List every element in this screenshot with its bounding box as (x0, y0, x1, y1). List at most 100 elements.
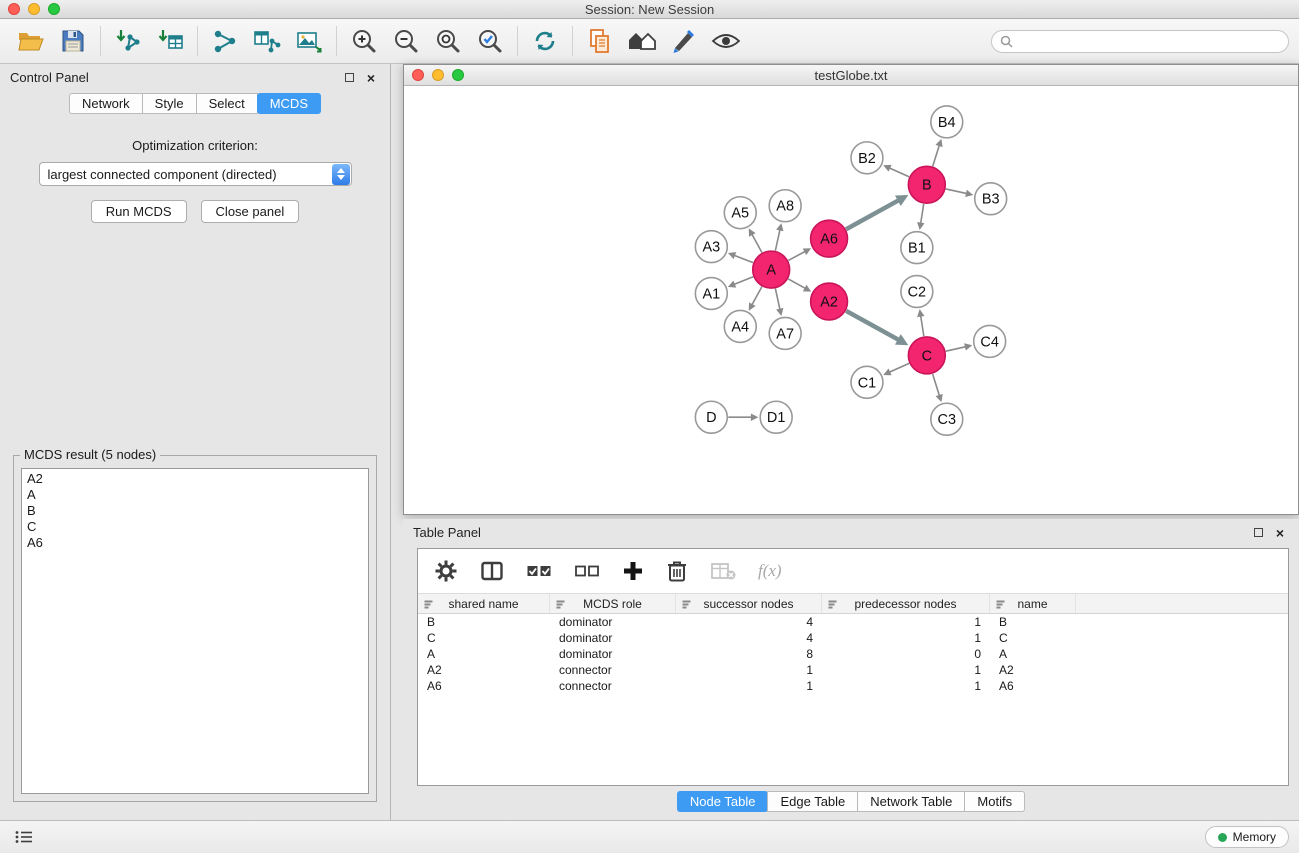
table-cell[interactable]: A2 (990, 663, 1076, 677)
export-image-icon[interactable] (294, 26, 324, 56)
control-panel-tab-style[interactable]: Style (142, 93, 197, 114)
network-node-C1[interactable]: C1 (851, 366, 883, 398)
mcds-result-item[interactable]: A2 (27, 471, 363, 487)
column-header-shared-name[interactable]: shared name (418, 594, 550, 613)
zoom-out-icon[interactable] (391, 26, 421, 56)
network-node-A1[interactable]: A1 (695, 278, 727, 310)
table-row[interactable]: Bdominator41B (418, 614, 1288, 630)
table-tab-motifs[interactable]: Motifs (964, 791, 1025, 812)
column-header-name[interactable]: name (990, 594, 1076, 613)
network-node-A6[interactable]: A6 (811, 220, 848, 257)
new-network-icon[interactable] (210, 26, 240, 56)
select-all-icon[interactable] (526, 561, 552, 581)
table-row[interactable]: A6connector11A6 (418, 678, 1288, 694)
mcds-result-item[interactable]: A6 (27, 535, 363, 551)
network-node-A4[interactable]: A4 (724, 310, 756, 342)
minimize-window-button[interactable] (28, 3, 40, 15)
table-cell[interactable]: C (418, 631, 550, 645)
network-edge-C-C1[interactable] (890, 363, 909, 372)
import-network-icon[interactable] (113, 26, 143, 56)
search-input[interactable] (1019, 34, 1280, 49)
network-edge-B-B1[interactable] (921, 204, 924, 223)
network-node-A7[interactable]: A7 (769, 317, 801, 349)
table-cell[interactable]: A (990, 647, 1076, 661)
table-cell[interactable]: 0 (822, 647, 990, 661)
table-cell[interactable]: A6 (418, 679, 550, 693)
table-cell[interactable]: A6 (990, 679, 1076, 693)
open-session-icon[interactable] (16, 26, 46, 56)
network-edge-A-A7[interactable] (775, 289, 779, 310)
table-row[interactable]: Adominator80A (418, 646, 1288, 662)
table-tab-edge-table[interactable]: Edge Table (767, 791, 858, 812)
column-header-successor-nodes[interactable]: successor nodes (676, 594, 822, 613)
table-cell[interactable]: C (990, 631, 1076, 645)
table-cell[interactable]: 1 (822, 663, 990, 677)
network-node-A[interactable]: A (753, 251, 790, 288)
network-node-B[interactable]: B (908, 166, 945, 203)
close-window-button[interactable] (8, 3, 20, 15)
memory-button[interactable]: Memory (1205, 826, 1289, 848)
network-node-B3[interactable]: B3 (975, 183, 1007, 215)
zoom-fit-icon[interactable] (433, 26, 463, 56)
import-table-icon[interactable] (155, 26, 185, 56)
deselect-all-icon[interactable] (574, 561, 600, 581)
table-cell[interactable]: B (990, 615, 1076, 629)
mcds-result-list[interactable]: A2ABCA6 (21, 468, 369, 794)
mcds-result-item[interactable]: B (27, 503, 363, 519)
table-close-button[interactable]: × (1271, 525, 1289, 541)
network-node-A3[interactable]: A3 (695, 231, 727, 263)
network-edge-B-B3[interactable] (946, 189, 967, 193)
network-node-B4[interactable]: B4 (931, 106, 963, 138)
table-cell[interactable]: 1 (822, 679, 990, 693)
table-row[interactable]: A2connector11A2 (418, 662, 1288, 678)
network-edge-A-A2[interactable] (788, 279, 805, 288)
table-tab-network-table[interactable]: Network Table (857, 791, 965, 812)
network-edge-A2-C[interactable] (846, 311, 898, 340)
network-edge-B-B2[interactable] (890, 168, 909, 177)
network-node-C[interactable]: C (908, 337, 945, 374)
table-tab-node-table[interactable]: Node Table (677, 791, 769, 812)
table-cell[interactable]: 8 (676, 647, 822, 661)
network-node-A5[interactable]: A5 (724, 197, 756, 229)
table-cell[interactable]: dominator (550, 631, 676, 645)
zoom-window-button[interactable] (48, 3, 60, 15)
table-cell[interactable]: A (418, 647, 550, 661)
table-settings-gear-icon[interactable] (434, 559, 458, 583)
add-column-icon[interactable] (622, 560, 644, 582)
optimization-criterion-dropdown[interactable]: largest connected component (directed) (39, 162, 352, 186)
table-cell[interactable]: A2 (418, 663, 550, 677)
network-canvas[interactable]: B4B2BB3A5A8A6A3B1AC2A1A2A4A7C4CC1C3DD1 (404, 87, 1298, 514)
network-node-D1[interactable]: D1 (760, 401, 792, 433)
network-edge-A-A6[interactable] (788, 252, 804, 261)
run-mcds-button[interactable]: Run MCDS (91, 200, 187, 223)
mcds-result-item[interactable]: A (27, 487, 363, 503)
network-window-titlebar[interactable]: testGlobe.txt (404, 65, 1298, 86)
table-cell[interactable]: 4 (676, 615, 822, 629)
network-edge-A-A5[interactable] (752, 235, 762, 253)
table-cell[interactable]: dominator (550, 647, 676, 661)
close-panel-button[interactable]: × (362, 70, 380, 86)
column-header-MCDS-role[interactable]: MCDS role (550, 594, 676, 613)
table-cell[interactable]: 1 (676, 679, 822, 693)
column-header-predecessor-nodes[interactable]: predecessor nodes (822, 594, 990, 613)
task-history-icon[interactable] (12, 827, 36, 847)
close-panel-button-mcds[interactable]: Close panel (201, 200, 300, 223)
apply-style-icon[interactable] (669, 26, 699, 56)
network-edge-A6-B[interactable] (846, 200, 898, 229)
network-edge-A-A3[interactable] (735, 256, 753, 263)
zoom-selected-icon[interactable] (475, 26, 505, 56)
network-from-table-icon[interactable] (252, 26, 282, 56)
network-edge-A-A1[interactable] (734, 277, 753, 284)
network-edge-A-A4[interactable] (752, 287, 762, 305)
network-node-B1[interactable]: B1 (901, 232, 933, 264)
table-float-button[interactable] (1249, 525, 1267, 541)
network-node-C3[interactable]: C3 (931, 403, 963, 435)
network-edge-C-C2[interactable] (921, 316, 924, 336)
table-cell[interactable]: 1 (676, 663, 822, 677)
table-cell[interactable]: dominator (550, 615, 676, 629)
delete-column-trash-icon[interactable] (666, 559, 688, 583)
network-edge-A-A8[interactable] (775, 230, 779, 251)
show-hide-icon[interactable] (711, 26, 741, 56)
control-panel-tab-network[interactable]: Network (69, 93, 143, 114)
clipboard-icon[interactable] (585, 26, 615, 56)
